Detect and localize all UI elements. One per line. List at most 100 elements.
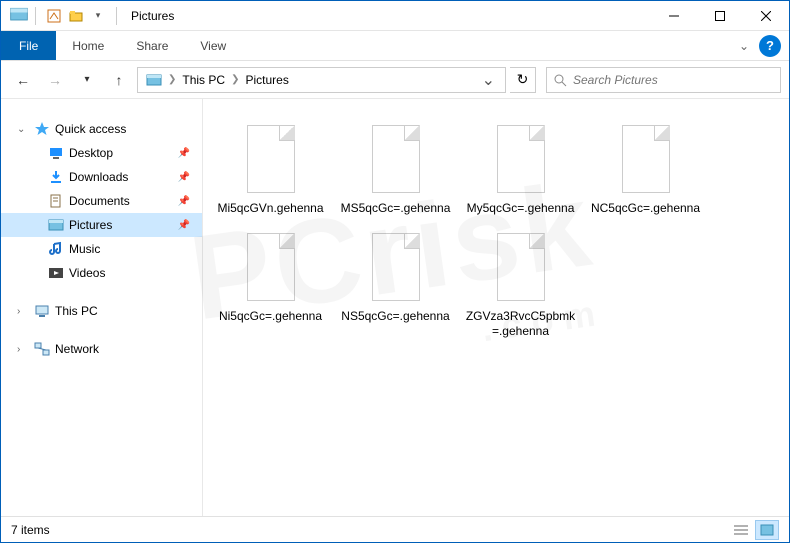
sidebar-item-pictures[interactable]: Pictures 📌 [1,213,202,237]
status-bar: 7 items [1,516,789,542]
window-controls [651,1,789,31]
computer-icon [33,302,51,320]
chevron-right-icon[interactable]: ❯ [166,74,178,85]
file-name: ZGVza3RvcC5pbmk=.gehenna [463,309,578,340]
title-bar: ▾ Pictures [1,1,789,31]
tree-label: This PC [55,304,98,318]
details-view-button[interactable] [729,520,753,540]
forward-button[interactable]: → [41,66,69,94]
refresh-button[interactable]: ↻ [510,67,536,93]
file-item[interactable]: ZGVza3RvcC5pbmk=.gehenna [463,227,578,340]
file-icon [614,119,678,199]
window-title: Pictures [131,9,174,23]
videos-icon [47,264,65,282]
navigation-bar: ← → ▾ ↑ ❯ This PC ❯ Pictures ⌄ ↻ [1,61,789,99]
file-name: Mi5qcGVn.gehenna [217,201,323,217]
main-area: ⌄ Quick access Desktop📌Downloads📌Documen… [1,99,789,516]
file-icon [489,119,553,199]
chevron-right-icon[interactable]: ❯ [229,74,241,85]
qat-dropdown-icon[interactable]: ▾ [88,6,108,26]
file-item[interactable]: Mi5qcGVn.gehenna [213,119,328,217]
search-input[interactable] [573,73,774,87]
sidebar-item-downloads[interactable]: Downloads 📌 [1,165,202,189]
up-button[interactable]: ↑ [105,66,133,94]
sidebar-item-desktop[interactable]: Desktop 📌 [1,141,202,165]
sidebar-item-label: Downloads [69,170,128,184]
file-name: MS5qcGc=.gehenna [341,201,451,217]
network-icon [33,340,51,358]
star-icon [33,120,51,138]
sidebar-item-label: Documents [69,194,130,208]
address-dropdown-icon[interactable]: ⌄ [476,70,501,90]
chevron-right-icon[interactable]: › [17,344,29,355]
chevron-down-icon[interactable]: ⌄ [17,124,29,135]
downloads-icon [47,168,65,186]
close-button[interactable] [743,1,789,31]
navigation-pane: ⌄ Quick access Desktop📌Downloads📌Documen… [1,99,203,516]
documents-icon [47,192,65,210]
minimize-button[interactable] [651,1,697,31]
file-name: NS5qcGc=.gehenna [341,309,449,325]
pictures-icon [47,216,65,234]
view-switcher [729,520,779,540]
file-pane[interactable]: Mi5qcGVn.gehenna MS5qcGc=.gehenna My5qcGc=… [203,99,789,516]
tree-label: Quick access [55,122,126,136]
tab-home[interactable]: Home [56,31,120,60]
chevron-right-icon[interactable]: › [17,306,29,317]
search-icon [553,73,567,87]
search-box[interactable] [546,67,781,93]
file-name: Ni5qcGc=.gehenna [219,309,322,325]
file-item[interactable]: NS5qcGc=.gehenna [338,227,453,340]
file-icon [364,119,428,199]
tree-quick-access[interactable]: ⌄ Quick access [1,117,202,141]
pin-icon: 📌 [178,172,190,183]
location-icon [142,72,166,88]
file-grid: Mi5qcGVn.gehenna MS5qcGc=.gehenna My5qcGc=… [213,119,779,340]
tab-share[interactable]: Share [120,31,184,60]
file-item[interactable]: My5qcGc=.gehenna [463,119,578,217]
music-icon [47,240,65,258]
sidebar-item-label: Music [69,242,100,256]
sidebar-item-label: Videos [69,266,105,280]
sidebar-item-documents[interactable]: Documents 📌 [1,189,202,213]
tree-this-pc[interactable]: › This PC [1,299,202,323]
breadcrumb-this-pc[interactable]: This PC [178,73,229,87]
separator [116,7,117,25]
sidebar-item-label: Pictures [69,218,112,232]
file-icon [239,119,303,199]
quick-access-toolbar: ▾ [40,6,112,26]
address-bar[interactable]: ❯ This PC ❯ Pictures ⌄ [137,67,506,93]
file-item[interactable]: MS5qcGc=.gehenna [338,119,453,217]
file-icon [239,227,303,307]
maximize-button[interactable] [697,1,743,31]
qat-properties-icon[interactable] [44,6,64,26]
app-icon [9,5,31,27]
file-name: My5qcGc=.gehenna [467,201,575,217]
desktop-icon [47,144,65,162]
recent-dropdown-icon[interactable]: ▾ [73,66,101,94]
tab-view[interactable]: View [184,31,242,60]
tree-label: Network [55,342,99,356]
tree-network[interactable]: › Network [1,337,202,361]
qat-newfolder-icon[interactable] [66,6,86,26]
file-tab[interactable]: File [1,31,56,60]
pin-icon: 📌 [178,220,190,231]
breadcrumb-pictures[interactable]: Pictures [241,73,292,87]
pin-icon: 📌 [178,196,190,207]
file-icon [489,227,553,307]
item-count: 7 items [11,523,50,537]
file-name: NC5qcGc=.gehenna [591,201,700,217]
pin-icon: 📌 [178,148,190,159]
sidebar-item-music[interactable]: Music [1,237,202,261]
separator [35,7,36,25]
ribbon-expand-icon[interactable]: ⌄ [729,31,759,60]
sidebar-item-label: Desktop [69,146,113,160]
ribbon-tabs: File Home Share View ⌄ ? [1,31,789,61]
file-item[interactable]: Ni5qcGc=.gehenna [213,227,328,340]
thumbnails-view-button[interactable] [755,520,779,540]
help-button[interactable]: ? [759,35,781,57]
file-item[interactable]: NC5qcGc=.gehenna [588,119,703,217]
sidebar-item-videos[interactable]: Videos [1,261,202,285]
file-icon [364,227,428,307]
back-button[interactable]: ← [9,66,37,94]
